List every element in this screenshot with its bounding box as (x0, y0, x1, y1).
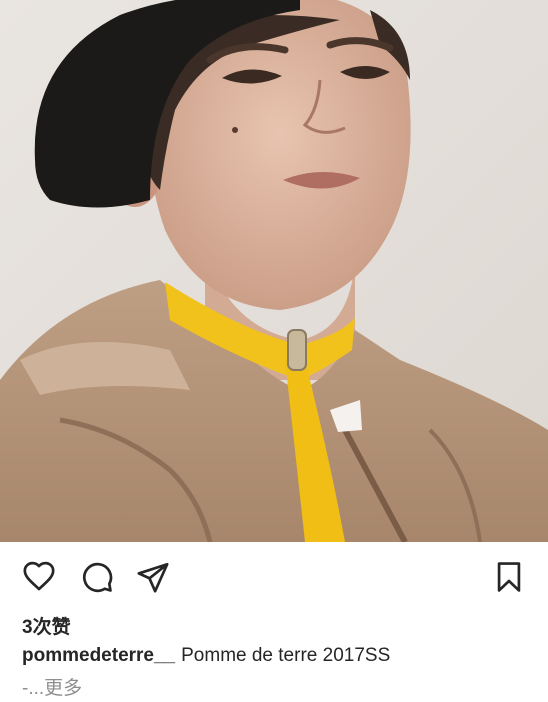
caption-more-line: -...更多 (22, 673, 82, 700)
caption-ellipsis: -... (22, 678, 45, 699)
instagram-post: 3次赞 pommedeterre__ Pomme de terre 2017SS … (0, 0, 548, 702)
heart-icon (23, 561, 55, 591)
caption-username[interactable]: pommedeterre__ (22, 645, 175, 666)
post-caption: pommedeterre__ Pomme de terre 2017SS (22, 645, 532, 667)
post-photo[interactable] (0, 0, 548, 542)
share-icon (137, 562, 169, 593)
more-link[interactable]: 更多 (44, 678, 82, 699)
save-button[interactable] (492, 560, 526, 594)
comment-button[interactable] (80, 560, 114, 594)
comment-icon (83, 562, 113, 593)
caption-text: Pomme de terre 2017SS (181, 645, 391, 666)
share-button[interactable] (136, 560, 170, 594)
likes-count[interactable]: 3次赞 (22, 612, 71, 639)
action-bar (0, 542, 548, 608)
like-button[interactable] (22, 560, 56, 594)
bookmark-icon (497, 562, 521, 592)
